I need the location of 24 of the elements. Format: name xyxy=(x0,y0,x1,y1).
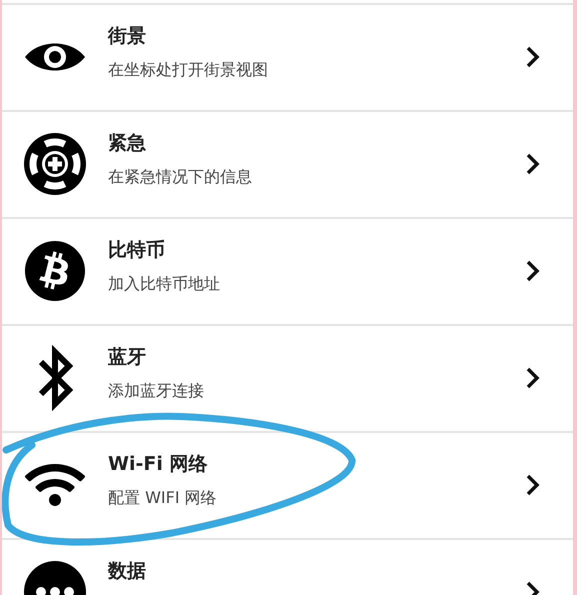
chevron-icon xyxy=(526,367,540,389)
item-title: 街景 xyxy=(108,24,147,49)
item-title: 比特币 xyxy=(108,238,166,263)
chevron-icon xyxy=(526,153,540,175)
chevron-icon xyxy=(526,260,540,282)
bitcoin-icon xyxy=(24,240,86,302)
lifebuoy-icon xyxy=(23,132,87,196)
menu-item[interactable]: 蓝牙 添加蓝牙连接 xyxy=(2,324,573,431)
item-title: 蓝牙 xyxy=(108,345,147,370)
menu-item[interactable]: 街景 在坐标处打开街景视图 xyxy=(2,3,573,110)
item-subtitle: 添加蓝牙连接 xyxy=(108,380,205,402)
menu-item[interactable]: Wi-Fi 网络 配置 WIFI 网络 xyxy=(2,431,573,538)
item-subtitle: 在坐标处打开街景视图 xyxy=(108,59,269,81)
item-title: 紧急 xyxy=(108,131,147,156)
menu-item[interactable]: 数据 xyxy=(2,538,573,595)
chevron-icon xyxy=(526,46,540,68)
chevron-icon xyxy=(526,474,540,496)
item-subtitle: 在紧急情况下的信息 xyxy=(108,166,253,188)
item-subtitle: 配置 WIFI 网络 xyxy=(108,487,218,509)
item-title: Wi-Fi 网络 xyxy=(108,452,208,477)
item-title: 数据 xyxy=(108,559,147,584)
menu-item[interactable]: 比特币 加入比特币地址 xyxy=(2,217,573,324)
menu-item[interactable]: 紧急 在紧急情况下的信息 xyxy=(2,110,573,217)
item-subtitle: 加入比特币地址 xyxy=(108,273,221,295)
